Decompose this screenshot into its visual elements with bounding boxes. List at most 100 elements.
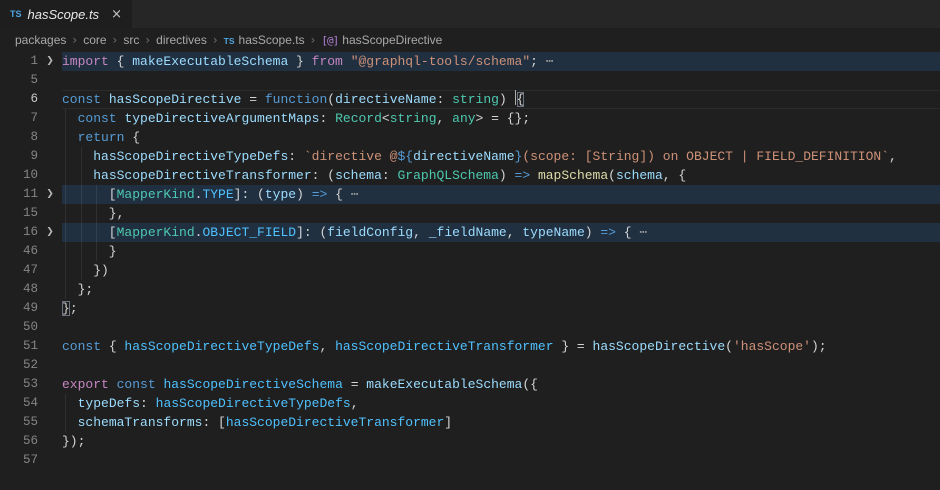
code-line[interactable]: 6const hasScopeDirective = function(dire… bbox=[0, 90, 940, 109]
code-token: ) bbox=[296, 187, 312, 202]
code-token: typeDirectiveArgumentMaps bbox=[124, 111, 319, 126]
code-text: [MapperKind.TYPE]: (type) => { ⋯ bbox=[62, 185, 359, 204]
code-line[interactable]: 50 bbox=[0, 318, 940, 337]
chevron-right-icon: › bbox=[211, 33, 220, 47]
code-token: ; bbox=[70, 301, 78, 316]
fold-chevron-icon[interactable]: ❯ bbox=[38, 223, 62, 242]
folded-code-ellipsis[interactable]: ⋯ bbox=[351, 187, 359, 202]
code-token: export bbox=[62, 377, 109, 392]
code-token: hasScopeDirective bbox=[109, 92, 242, 107]
code-line[interactable]: 5 bbox=[0, 71, 940, 90]
code-token: } bbox=[62, 301, 70, 316]
code-token: hasScopeDirectiveTypeDefs bbox=[93, 149, 288, 164]
code-token: ] bbox=[444, 415, 452, 430]
code-text: }, bbox=[62, 204, 124, 223]
breadcrumb-item-src[interactable]: src bbox=[123, 33, 139, 47]
line-number: 1 bbox=[0, 52, 38, 71]
code-line[interactable]: 46 } bbox=[0, 242, 940, 261]
fold-chevron-icon[interactable]: ❯ bbox=[38, 52, 62, 71]
code-token: : [ bbox=[202, 415, 225, 430]
gutter-spacer bbox=[38, 204, 62, 223]
code-token: { bbox=[124, 130, 140, 145]
folded-code-ellipsis[interactable]: ⋯ bbox=[639, 225, 647, 240]
code-token: any bbox=[452, 111, 475, 126]
code-token: fieldConfig bbox=[327, 225, 413, 240]
code-token: const bbox=[78, 111, 117, 126]
breadcrumb-item-symbol[interactable]: [@]hasScopeDirective bbox=[321, 33, 442, 47]
code-token: }, bbox=[62, 206, 124, 221]
code-token: ) bbox=[499, 168, 515, 183]
code-token: Record bbox=[335, 111, 382, 126]
code-token: : bbox=[437, 92, 453, 107]
tab-bar: TS hasScope.ts × bbox=[0, 0, 940, 28]
code-text: }); bbox=[62, 432, 85, 451]
close-icon[interactable]: × bbox=[111, 8, 122, 21]
code-line[interactable]: 52 bbox=[0, 356, 940, 375]
breadcrumb-item-core[interactable]: core bbox=[83, 33, 106, 47]
breadcrumb: packages › core › src › directives › TSh… bbox=[0, 28, 940, 52]
gutter-spacer bbox=[38, 166, 62, 185]
code-token: = bbox=[343, 377, 366, 392]
code-line[interactable]: 11❯ [MapperKind.TYPE]: (type) => { ⋯ bbox=[0, 185, 940, 204]
tab-hasscope[interactable]: TS hasScope.ts × bbox=[0, 0, 132, 28]
code-line[interactable]: 10 hasScopeDirectiveTransformer: (schema… bbox=[0, 166, 940, 185]
code-token: mapSchema bbox=[538, 168, 608, 183]
code-token: "@graphql-tools/schema" bbox=[351, 54, 530, 69]
code-line[interactable]: 55 schemaTransforms: [hasScopeDirectiveT… bbox=[0, 413, 940, 432]
line-number: 15 bbox=[0, 204, 38, 223]
gutter-spacer bbox=[38, 299, 62, 318]
code-line[interactable]: 15 }, bbox=[0, 204, 940, 223]
code-token: const bbox=[62, 92, 101, 107]
code-line[interactable]: 56}); bbox=[0, 432, 940, 451]
code-line[interactable]: 8 return { bbox=[0, 128, 940, 147]
code-line[interactable]: 49}; bbox=[0, 299, 940, 318]
code-token: ); bbox=[811, 339, 827, 354]
code-text: }; bbox=[62, 280, 93, 299]
code-token: => bbox=[312, 187, 328, 202]
fold-chevron-icon[interactable]: ❯ bbox=[38, 185, 62, 204]
code-token: ]: ( bbox=[234, 187, 265, 202]
code-token: makeExecutableSchema bbox=[132, 54, 288, 69]
code-editor[interactable]: 1❯import { makeExecutableSchema } from "… bbox=[0, 52, 940, 490]
code-token: ; bbox=[530, 54, 546, 69]
line-number: 16 bbox=[0, 223, 38, 242]
line-number: 53 bbox=[0, 375, 38, 394]
code-line[interactable]: 1❯import { makeExecutableSchema } from "… bbox=[0, 52, 940, 71]
code-token: ]: ( bbox=[296, 225, 327, 240]
code-token: , bbox=[413, 225, 429, 240]
code-line[interactable]: 48 }; bbox=[0, 280, 940, 299]
code-text: hasScopeDirectiveTypeDefs: `directive @$… bbox=[62, 147, 897, 166]
code-token: => bbox=[600, 225, 616, 240]
code-line[interactable]: 47 }) bbox=[0, 261, 940, 280]
folded-code-ellipsis[interactable]: ⋯ bbox=[546, 54, 554, 69]
code-token: from bbox=[312, 54, 343, 69]
code-line[interactable]: 16❯ [MapperKind.OBJECT_FIELD]: (fieldCon… bbox=[0, 223, 940, 242]
code-token bbox=[62, 130, 78, 145]
code-token: `directive @ bbox=[304, 149, 398, 164]
breadcrumb-item-packages[interactable]: packages bbox=[15, 33, 66, 47]
code-line[interactable]: 57 bbox=[0, 451, 940, 470]
chevron-right-icon: › bbox=[309, 33, 318, 47]
code-token: ${ bbox=[398, 149, 414, 164]
code-line[interactable]: 7 const typeDirectiveArgumentMaps: Recor… bbox=[0, 109, 940, 128]
code-token: = bbox=[241, 92, 264, 107]
breadcrumb-item-file[interactable]: TShasScope.ts bbox=[224, 33, 305, 47]
code-text: [MapperKind.OBJECT_FIELD]: (fieldConfig,… bbox=[62, 223, 647, 242]
line-number: 49 bbox=[0, 299, 38, 318]
code-line[interactable]: 54 typeDefs: hasScopeDirectiveTypeDefs, bbox=[0, 394, 940, 413]
gutter-spacer bbox=[38, 71, 62, 90]
code-token: return bbox=[78, 130, 125, 145]
code-token: ) bbox=[499, 92, 515, 107]
code-text: import { makeExecutableSchema } from "@g… bbox=[62, 52, 554, 71]
breadcrumb-item-directives[interactable]: directives bbox=[156, 33, 207, 47]
code-token: , bbox=[437, 111, 453, 126]
code-line[interactable]: 9 hasScopeDirectiveTypeDefs: `directive … bbox=[0, 147, 940, 166]
code-line[interactable]: 53export const hasScopeDirectiveSchema =… bbox=[0, 375, 940, 394]
code-token: , bbox=[351, 396, 359, 411]
code-text: const typeDirectiveArgumentMaps: Record<… bbox=[62, 109, 530, 128]
line-number: 7 bbox=[0, 109, 38, 128]
ts-file-icon: TS bbox=[10, 9, 22, 19]
code-line[interactable]: 51const { hasScopeDirectiveTypeDefs, has… bbox=[0, 337, 940, 356]
code-token: hasScopeDirective bbox=[593, 339, 726, 354]
code-token bbox=[530, 168, 538, 183]
